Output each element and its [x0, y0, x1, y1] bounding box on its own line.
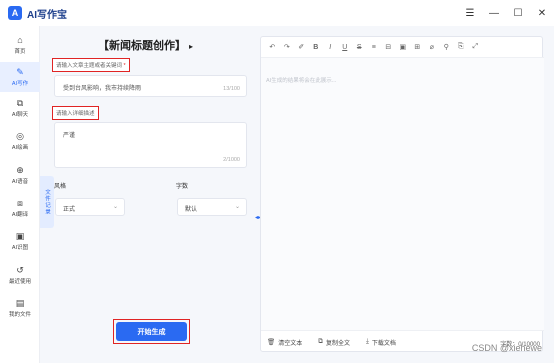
close-icon[interactable]: ✕ [536, 8, 548, 19]
clear-text-button[interactable]: 🗑 清空文本 [267, 338, 302, 347]
result-editor: ↶ ↷ ✐ B I U S ≡ ⊟ ▣ ⊞ ⌀ ⚲ ⎘ ⤢ AI生成的结果将会在… [260, 36, 544, 352]
description-textarea[interactable]: 严谨 2/1000 [54, 122, 247, 168]
app-logo: A AI写作宝 [8, 6, 67, 21]
divider-icon[interactable]: ⊟ [381, 43, 396, 51]
sidebar-item-ai-translate[interactable]: ⧈ AI翻译 [0, 193, 40, 223]
copy-icon: ⧉ [318, 338, 323, 345]
length-select[interactable]: 默认 ⌄ [177, 198, 247, 216]
sidebar-item-label: AI聊天 [11, 112, 29, 118]
copy-all-button[interactable]: ⧉ 复制全文 [318, 338, 350, 347]
chevron-down-icon: ⌄ [112, 204, 118, 210]
sidebar-item-label: AI绘画 [11, 145, 29, 151]
sidebar-item-ai-voice[interactable]: ⊕ AI语音 [0, 160, 40, 190]
fullscreen-icon[interactable]: ⤢ [468, 43, 483, 51]
link-icon[interactable]: ⚲ [439, 43, 454, 51]
sidebar-item-ai-image-recognition[interactable]: ▣ AI识图 [0, 226, 40, 256]
topic-label-text: 请输入文章主题或者关键词 [56, 63, 123, 69]
sidebar-item-home[interactable]: ⌂ 首页 [0, 30, 40, 60]
sidebar-item-label: 我的文件 [8, 312, 31, 318]
sidebar-item-recent[interactable]: ↺ 最近使用 [0, 260, 40, 290]
italic-icon[interactable]: I [323, 44, 338, 51]
sidebar-item-ai-writing[interactable]: ✎ AI写作 [0, 62, 40, 92]
file-records-tab[interactable]: 文件记录 [40, 176, 54, 228]
sidebar-item-label: 最近使用 [8, 279, 31, 285]
topic-input[interactable]: 受到台风影响，我市持续降雨 13/100 [54, 75, 247, 97]
chat-icon: ⧉ [16, 98, 24, 108]
topic-input-value: 受到台风影响，我市持续降雨 [63, 86, 142, 92]
image-icon: ▣ [15, 231, 25, 241]
home-icon: ⌂ [17, 35, 23, 45]
copy-all-label: 复制全文 [325, 340, 350, 347]
menu-icon[interactable]: ☰ [464, 8, 476, 19]
style-label: 风格 [54, 184, 67, 190]
format-painter-icon[interactable]: ✐ [294, 43, 309, 51]
attachment-icon[interactable]: ⎘ [454, 43, 469, 51]
app-title: AI写作宝 [27, 9, 67, 21]
undo-icon[interactable]: ↶ [265, 43, 280, 51]
bold-icon[interactable]: B [309, 44, 324, 51]
document-icon: ▤ [15, 298, 25, 308]
brush-icon[interactable]: ⌀ [425, 43, 440, 51]
trash-icon: 🗑 [267, 339, 276, 346]
sidebar-item-label: AI语音 [11, 179, 29, 185]
sidebar-item-my-files[interactable]: ▤ 我的文件 [0, 293, 40, 323]
chevron-down-icon: ⌄ [234, 204, 240, 210]
window-controls: ☰ — ☐ ✕ [464, 0, 548, 26]
heading-icon[interactable]: ≡ [367, 44, 382, 51]
maximize-icon[interactable]: ☐ [512, 8, 524, 19]
title-bar: A AI写作宝 ☰ — ☐ ✕ [0, 0, 554, 26]
description-char-count: 2/1000 [223, 157, 240, 163]
sidebar-item-label: AI写作 [11, 81, 29, 87]
edit-icon: ✎ [16, 67, 24, 77]
style-select-value: 正式 [63, 207, 76, 213]
description-value: 严谨 [63, 133, 76, 139]
table-icon[interactable]: ⊞ [410, 43, 425, 51]
sidebar-item-ai-painting[interactable]: ◎ AI绘画 [0, 126, 40, 156]
download-document-label: 下载文档 [371, 340, 396, 347]
editor-toolbar: ↶ ↷ ✐ B I U S ≡ ⊟ ▣ ⊞ ⌀ ⚲ ⎘ ⤢ [261, 37, 544, 57]
clear-text-label: 清空文本 [278, 340, 303, 347]
translate-icon: ⧈ [17, 198, 23, 208]
play-icon[interactable]: ▸ [189, 42, 193, 51]
palette-icon: ◎ [16, 131, 24, 141]
strikethrough-icon[interactable]: S [352, 44, 367, 51]
sidebar-item-ai-chat[interactable]: ⧉ AI聊天 [0, 93, 40, 123]
sidebar-item-label: AI翻译 [11, 212, 29, 218]
editor-content-area[interactable]: AI生成的结果将会在此展示... [261, 57, 544, 331]
required-mark: * [123, 63, 126, 69]
length-label: 字数 [176, 184, 189, 190]
sidebar-item-label: AI识图 [11, 245, 29, 251]
redo-icon[interactable]: ↷ [280, 43, 295, 51]
image-icon[interactable]: ▣ [396, 43, 411, 51]
download-icon: ⤓ [365, 338, 369, 345]
style-select[interactable]: 正式 ⌄ [55, 198, 125, 216]
form-panel: 【新闻标题创作】 ▸ 请输入文章主题或者关键词 * 受到台风影响，我市持续降雨 1… [40, 26, 256, 363]
description-label-text: 请输入详细描述 [56, 111, 95, 117]
length-select-value: 默认 [185, 207, 198, 213]
page-title: 【新闻标题创作】 ▸ [98, 37, 193, 53]
underline-icon[interactable]: U [338, 44, 353, 51]
voice-icon: ⊕ [16, 165, 24, 175]
download-document-button[interactable]: ⤓ 下载文档 [366, 338, 396, 347]
watermark: CSDN @xiehewe [471, 343, 542, 353]
page-title-text: 【新闻标题创作】 [98, 40, 186, 52]
topic-char-count: 13/100 [223, 86, 240, 92]
logo-icon: A [8, 6, 22, 20]
generate-button[interactable]: 开始生成 [116, 322, 187, 341]
editor-placeholder: AI生成的结果将会在此展示... [266, 78, 337, 84]
sidebar: ⌂ 首页 ✎ AI写作 ⧉ AI聊天 ◎ AI绘画 ⊕ AI语音 ⧈ AI翻译 … [0, 26, 40, 363]
history-icon: ↺ [16, 265, 24, 275]
topic-label: 请输入文章主题或者关键词 * [52, 58, 130, 72]
sidebar-item-label: 首页 [14, 49, 26, 55]
description-label: 请输入详细描述 [52, 106, 99, 120]
minimize-icon[interactable]: — [488, 8, 500, 19]
